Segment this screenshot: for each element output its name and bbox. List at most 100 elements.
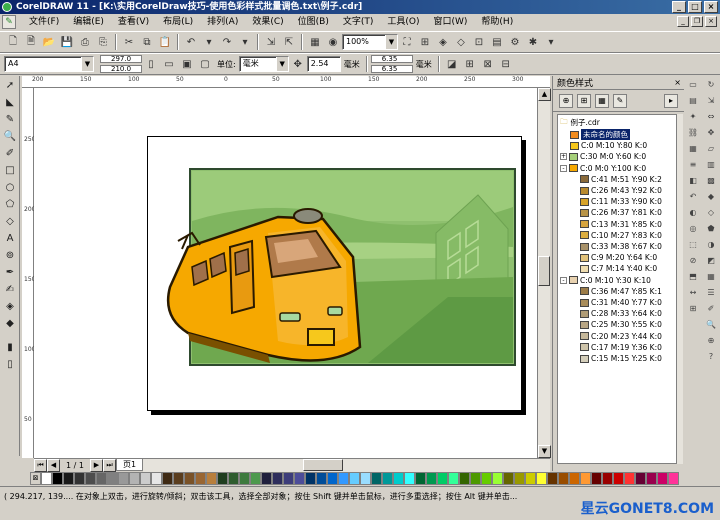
palette-swatch[interactable]	[547, 472, 558, 485]
palette-swatch[interactable]	[646, 472, 657, 485]
redo-dropdown-icon[interactable]: ▾	[237, 34, 253, 50]
paper-size-combo[interactable]: A4 ▼	[4, 56, 94, 72]
outline-tool-icon[interactable]: ✍	[1, 281, 19, 297]
options-icon[interactable]: ⚙	[507, 34, 523, 50]
palette-swatch[interactable]	[613, 472, 624, 485]
auto-create-styles-icon[interactable]: ▦	[595, 93, 609, 108]
doc-minimize-button[interactable]: _	[677, 16, 689, 27]
palette-swatch[interactable]	[371, 472, 382, 485]
color-style-item[interactable]: C:25 M:30 Y:55 K:0	[580, 319, 662, 330]
palette-swatch[interactable]	[492, 472, 503, 485]
bevel-icon[interactable]: ◩	[704, 253, 718, 267]
snap-page-icon[interactable]: ⊞	[462, 56, 478, 72]
color-style-item[interactable]: C:13 M:31 Y:85 K:0	[580, 219, 662, 230]
chevron-down-icon[interactable]: ▼	[275, 57, 288, 71]
palette-swatch[interactable]	[569, 472, 580, 485]
palette-swatch[interactable]	[316, 472, 327, 485]
menu-effects[interactable]: 效果(C)	[245, 14, 290, 30]
color-style-item[interactable]: C:17 M:19 Y:36 K:0	[580, 342, 662, 353]
palette-swatch[interactable]	[151, 472, 162, 485]
color-style-item[interactable]: C:26 M:37 Y:81 K:0	[580, 207, 662, 218]
color-style-item[interactable]: + C:30 M:0 Y:60 K:0	[560, 151, 646, 162]
color-style-item[interactable]: C:20 M:23 Y:44 K:0	[580, 331, 662, 342]
drawing-canvas[interactable]	[34, 88, 550, 458]
tree-scrollbar[interactable]	[677, 114, 683, 464]
color-style-item[interactable]: C:10 M:27 Y:83 K:0	[580, 230, 662, 241]
new-document-icon[interactable]: 🗋	[5, 34, 21, 50]
duplicate-y-field[interactable]: 6.35	[370, 65, 413, 73]
fill-color-swatch[interactable]: ▯	[1, 356, 19, 372]
palette-swatch[interactable]	[338, 472, 349, 485]
palette-swatch[interactable]	[173, 472, 184, 485]
palette-swatch[interactable]	[85, 472, 96, 485]
redo-icon[interactable]: ↷	[219, 34, 235, 50]
color-palette-icon[interactable]: ▦	[704, 269, 718, 283]
paper-width-field[interactable]: 297.0	[100, 55, 142, 63]
palette-swatch[interactable]	[162, 472, 173, 485]
color-style-item[interactable]: C:28 M:33 Y:64 K:0	[580, 308, 662, 319]
snap-to-objects-icon[interactable]: ◇	[453, 34, 469, 50]
dynamic-guides-icon[interactable]: ⊡	[471, 34, 487, 50]
palette-swatch[interactable]	[602, 472, 613, 485]
palette-swatch[interactable]	[140, 472, 151, 485]
palette-swatch[interactable]	[558, 472, 569, 485]
color-style-item[interactable]: - C:0 M:10 Y:30 K:10	[560, 275, 651, 286]
document-page[interactable]	[147, 136, 522, 411]
palette-swatch[interactable]	[437, 472, 448, 485]
pick-tool-icon[interactable]: ➚	[1, 77, 19, 93]
print-icon[interactable]: ⎙	[77, 34, 93, 50]
palette-swatch[interactable]	[448, 472, 459, 485]
toolbar-more-icon[interactable]: ▾	[543, 34, 559, 50]
link-manager-icon[interactable]: ⛓	[686, 125, 700, 139]
symbol-manager-icon[interactable]: ✦	[686, 109, 700, 123]
maximize-button[interactable]: □	[688, 1, 702, 13]
palette-swatch[interactable]	[261, 472, 272, 485]
outline-docker-icon[interactable]: ◇	[704, 205, 718, 219]
palette-swatch[interactable]	[41, 472, 52, 485]
page-tab[interactable]: 页1	[115, 459, 144, 471]
color-style-item[interactable]: C:41 M:51 Y:90 K:2	[580, 174, 662, 185]
collapse-icon[interactable]: -	[560, 164, 567, 172]
graph-paper-icon[interactable]: ⊞	[686, 301, 700, 315]
color-style-item[interactable]: C:0 M:10 Y:80 K:0	[570, 140, 647, 151]
extrude-icon[interactable]: ⬒	[686, 269, 700, 283]
open-icon[interactable]: 📂	[41, 34, 57, 50]
eyedropper-tool-icon[interactable]: ✒	[1, 264, 19, 280]
vertical-ruler[interactable]: 250 200 150 100 50	[22, 88, 35, 458]
menu-arrange[interactable]: 排列(A)	[200, 14, 245, 30]
nudge-field[interactable]: 2.54	[306, 56, 341, 72]
interactive-fill-tool-icon[interactable]: ◆	[1, 315, 19, 331]
grid-options-icon[interactable]: ⊟	[498, 56, 514, 72]
collapse-icon[interactable]: -	[560, 276, 567, 284]
first-page-button[interactable]: ⏮	[34, 458, 47, 472]
menu-file[interactable]: 文件(F)	[22, 14, 66, 30]
palette-swatch[interactable]	[250, 472, 261, 485]
all-pages-icon[interactable]: ▣	[179, 56, 195, 72]
copy-icon[interactable]: ⧉	[139, 34, 155, 50]
palette-swatch[interactable]	[107, 472, 118, 485]
portrait-icon[interactable]: ▯	[143, 56, 159, 72]
palette-swatch[interactable]	[459, 472, 470, 485]
hints-icon[interactable]: ?	[704, 349, 718, 363]
blend-icon[interactable]: ⊘	[686, 253, 700, 267]
paste-icon[interactable]: 📋	[157, 34, 173, 50]
menu-help[interactable]: 帮助(H)	[474, 14, 520, 30]
skew-icon[interactable]: ▱	[704, 141, 718, 155]
palette-swatch[interactable]	[228, 472, 239, 485]
menu-layout[interactable]: 布局(L)	[156, 14, 200, 30]
palette-swatch[interactable]	[52, 472, 63, 485]
palette-swatch[interactable]	[283, 472, 294, 485]
print-merge-icon[interactable]: ⎘	[95, 34, 111, 50]
train-illustration[interactable]	[148, 137, 523, 412]
interactive-blend-tool-icon[interactable]: ⊚	[1, 247, 19, 263]
menu-edit[interactable]: 编辑(E)	[66, 14, 111, 30]
zoom-tool-icon[interactable]: 🔍	[1, 128, 19, 144]
palette-swatch[interactable]	[74, 472, 85, 485]
tree-file-node[interactable]: 🗀 例子.cdr	[560, 117, 600, 128]
minimize-button[interactable]: _	[672, 1, 686, 13]
corel-online-icon[interactable]: ◉	[325, 34, 341, 50]
scroll-up-button[interactable]: ▲	[538, 88, 551, 101]
shape-tool-icon[interactable]: ◣	[1, 94, 19, 110]
next-page-button[interactable]: ▶	[89, 458, 103, 472]
palette-swatch[interactable]	[294, 472, 305, 485]
